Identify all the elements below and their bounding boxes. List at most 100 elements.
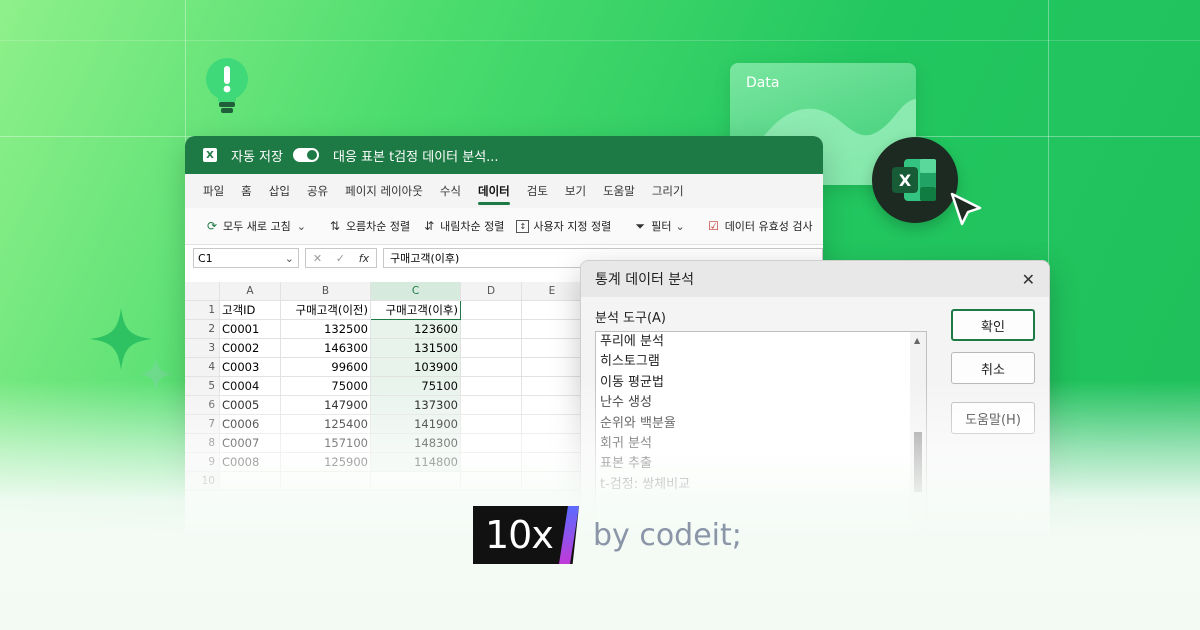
column-header[interactable]: A <box>219 282 281 301</box>
cancel-entry-icon[interactable]: ✕ <box>313 252 322 265</box>
cell[interactable] <box>521 300 583 320</box>
column-header[interactable]: D <box>460 282 522 301</box>
cell[interactable] <box>460 395 522 415</box>
column-header[interactable]: B <box>280 282 371 301</box>
sort-ascending-button[interactable]: ⇅ 오름차순 정렬 <box>328 218 410 234</box>
insert-function-icon[interactable]: fx <box>359 252 369 265</box>
cell[interactable] <box>521 452 583 472</box>
cell[interactable] <box>460 338 522 358</box>
list-item[interactable]: 이동 평균법 <box>596 373 926 393</box>
row-number[interactable]: 2 <box>185 319 220 339</box>
row-number[interactable]: 3 <box>185 338 220 358</box>
name-box[interactable]: C1 ⌄ <box>193 248 299 268</box>
cancel-button[interactable]: 취소 <box>951 352 1035 384</box>
cell[interactable]: 137300 <box>370 395 461 415</box>
cell[interactable]: C0008 <box>219 452 281 472</box>
cell[interactable] <box>521 376 583 396</box>
cell[interactable]: C0001 <box>219 319 281 339</box>
cell[interactable]: 131500 <box>370 338 461 358</box>
tab-draw[interactable]: 그리기 <box>652 175 684 207</box>
row-number[interactable]: 6 <box>185 395 220 415</box>
sort-descending-button[interactable]: ⇵ 내림차순 정렬 <box>422 218 504 234</box>
select-all-corner[interactable] <box>185 282 220 301</box>
row-number[interactable]: 7 <box>185 414 220 434</box>
cell[interactable]: 146300 <box>280 338 371 358</box>
row-number[interactable]: 4 <box>185 357 220 377</box>
cell[interactable]: C0003 <box>219 357 281 377</box>
row-number[interactable]: 1 <box>185 300 220 320</box>
scrollbar[interactable]: ▲ <box>910 332 926 601</box>
tab-insert[interactable]: 삽입 <box>269 175 290 207</box>
cell[interactable]: C0004 <box>219 376 281 396</box>
list-item[interactable]: 회귀 분석 <box>596 434 926 454</box>
tab-page-layout[interactable]: 페이지 레이아웃 <box>345 175 423 207</box>
tab-formulas[interactable]: 수식 <box>440 175 461 207</box>
tab-share[interactable]: 공유 <box>307 175 328 207</box>
data-validation-button[interactable]: ☑ 데이터 유효성 검사 <box>707 218 812 234</box>
cell[interactable] <box>460 414 522 434</box>
help-button[interactable]: 도움말(H) <box>951 402 1035 434</box>
cell[interactable] <box>460 300 522 320</box>
cell[interactable] <box>460 376 522 396</box>
cell[interactable] <box>521 395 583 415</box>
cell[interactable]: 132500 <box>280 319 371 339</box>
list-item[interactable]: 히스토그램 <box>596 352 926 372</box>
close-icon[interactable]: ✕ <box>1022 270 1035 289</box>
cell[interactable] <box>521 319 583 339</box>
filter-button[interactable]: ⏷ 필터 ⌄ <box>633 218 684 234</box>
column-header[interactable]: E <box>521 282 583 301</box>
cell[interactable]: C0007 <box>219 433 281 453</box>
cell[interactable] <box>460 471 522 491</box>
ok-button[interactable]: 확인 <box>951 309 1035 341</box>
row-number[interactable]: 9 <box>185 452 220 472</box>
cell[interactable]: 고객ID <box>219 300 281 320</box>
custom-sort-button[interactable]: ↕ 사용자 지정 정렬 <box>516 218 611 234</box>
cell[interactable] <box>521 471 583 491</box>
tab-data[interactable]: 데이터 <box>478 175 510 207</box>
cell[interactable]: 75000 <box>280 376 371 396</box>
tab-file[interactable]: 파일 <box>203 175 224 207</box>
cell[interactable] <box>219 471 281 491</box>
cell[interactable]: 75100 <box>370 376 461 396</box>
cell[interactable]: 구매고객(이전) <box>280 300 371 320</box>
cell[interactable] <box>460 433 522 453</box>
list-item[interactable]: t-검정: 쌍체비교 <box>596 475 926 495</box>
tab-home[interactable]: 홈 <box>241 175 252 207</box>
cell[interactable] <box>460 357 522 377</box>
cell[interactable] <box>460 452 522 472</box>
cell[interactable]: 125400 <box>280 414 371 434</box>
row-number[interactable]: 5 <box>185 376 220 396</box>
tab-review[interactable]: 검토 <box>527 175 548 207</box>
cell[interactable] <box>521 414 583 434</box>
cell[interactable]: 125900 <box>280 452 371 472</box>
tab-view[interactable]: 보기 <box>565 175 586 207</box>
cell[interactable] <box>460 319 522 339</box>
cell[interactable] <box>370 471 461 491</box>
list-item[interactable]: 푸리에 분석 <box>596 332 926 352</box>
cell[interactable]: 123600 <box>370 319 461 339</box>
list-item[interactable]: 순위와 백분율 <box>596 414 926 434</box>
cell[interactable]: C0005 <box>219 395 281 415</box>
refresh-all-button[interactable]: ⟳ 모두 새로 고침 ⌄ <box>205 218 306 234</box>
column-header[interactable]: C <box>370 282 461 301</box>
cell[interactable]: 141900 <box>370 414 461 434</box>
cell[interactable]: 114800 <box>370 452 461 472</box>
list-item[interactable]: 표본 추출 <box>596 454 926 474</box>
confirm-entry-icon[interactable]: ✓ <box>336 252 345 265</box>
cell[interactable]: 157100 <box>280 433 371 453</box>
scrollbar-thumb[interactable] <box>914 432 922 492</box>
cell[interactable] <box>521 357 583 377</box>
cell[interactable]: C0002 <box>219 338 281 358</box>
cell[interactable]: 구매고객(이후) <box>370 300 461 320</box>
cell[interactable] <box>521 433 583 453</box>
cell[interactable] <box>521 338 583 358</box>
autosave-toggle[interactable] <box>292 148 319 162</box>
scroll-up-icon[interactable]: ▲ <box>914 336 920 345</box>
cell[interactable]: 103900 <box>370 357 461 377</box>
tab-help[interactable]: 도움말 <box>603 175 635 207</box>
cell[interactable]: 147900 <box>280 395 371 415</box>
cell[interactable]: 148300 <box>370 433 461 453</box>
row-number[interactable]: 8 <box>185 433 220 453</box>
cell[interactable] <box>280 471 371 491</box>
row-number[interactable]: 10 <box>185 471 220 491</box>
